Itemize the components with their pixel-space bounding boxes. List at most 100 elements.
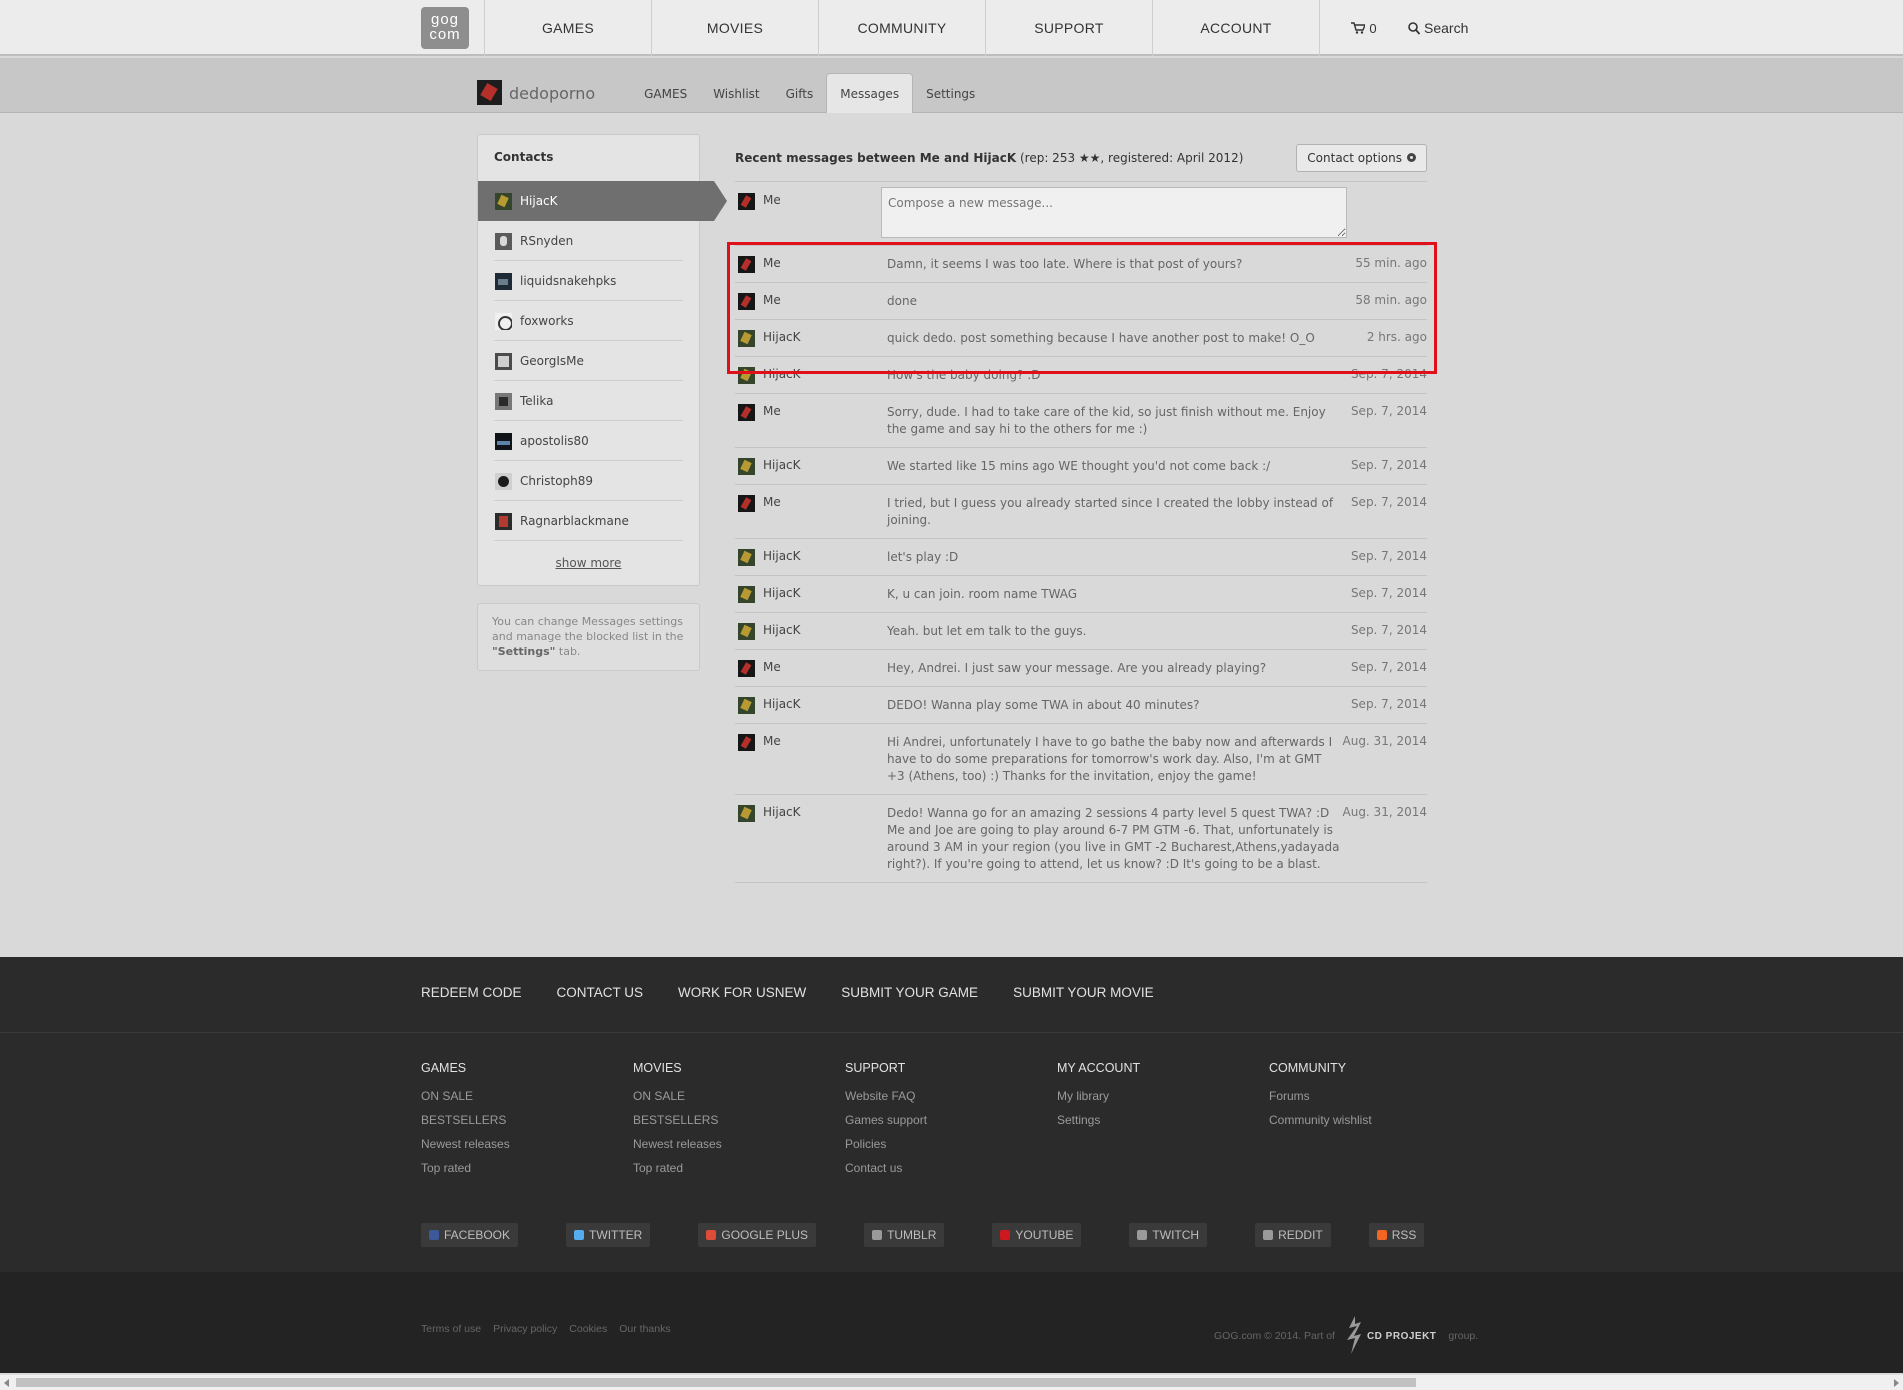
- message-author[interactable]: Me: [735, 404, 881, 438]
- account-subnav-inner: dedoporno GAMES Wishlist Gifts Messages …: [477, 58, 988, 113]
- footer-column-link[interactable]: Newest releases: [421, 1137, 633, 1161]
- social-button-google-plus[interactable]: GOOGLE PLUS: [698, 1223, 817, 1247]
- footer-column-link[interactable]: BESTSELLERS: [633, 1113, 845, 1137]
- footer-column-link[interactable]: Website FAQ: [845, 1089, 1057, 1113]
- thanks-link[interactable]: Our thanks: [619, 1323, 670, 1335]
- facebook-icon: [429, 1230, 439, 1240]
- scrollbar-thumb[interactable]: [16, 1378, 1416, 1387]
- me-avatar: [738, 734, 755, 751]
- message-author[interactable]: Me: [735, 660, 881, 677]
- footer-column-link[interactable]: Policies: [845, 1137, 1057, 1161]
- footer-column-title[interactable]: COMMUNITY: [1269, 1061, 1481, 1075]
- compose-message-input[interactable]: [881, 187, 1347, 238]
- contact-item-apostolis80[interactable]: apostolis80: [478, 421, 699, 461]
- contact-options-button[interactable]: Contact options: [1296, 143, 1427, 172]
- footer-column-link[interactable]: Top rated: [421, 1161, 633, 1185]
- tab-games[interactable]: GAMES: [631, 75, 700, 113]
- message-author[interactable]: HijacK: [735, 549, 881, 566]
- tab-messages[interactable]: Messages: [826, 73, 914, 113]
- footer-link-work-for-us[interactable]: WORK FOR USNEW: [678, 985, 806, 1000]
- message-author[interactable]: HijacK: [735, 367, 881, 384]
- terms-link[interactable]: Terms of use: [421, 1323, 481, 1335]
- footer-link-submit-movie[interactable]: SUBMIT YOUR MOVIE: [1013, 985, 1154, 1000]
- contact-item-foxworks[interactable]: foxworks: [478, 301, 699, 341]
- nav-account[interactable]: ACCOUNT: [1153, 0, 1320, 56]
- footer-column-title[interactable]: MY ACCOUNT: [1057, 1061, 1269, 1075]
- social-label: RSS: [1391, 1228, 1417, 1242]
- message-text: We started like 15 mins ago WE thought y…: [887, 459, 1271, 473]
- social-button-youtube[interactable]: YOUTUBE: [992, 1223, 1082, 1247]
- message-author-name: HijacK: [763, 458, 801, 472]
- footer-column: MOVIES ON SALE BESTSELLERS Newest releases T…: [633, 1061, 845, 1185]
- social-button-reddit[interactable]: REDDIT: [1255, 1223, 1331, 1247]
- scroll-left-icon[interactable]: [4, 1379, 9, 1387]
- tab-wishlist[interactable]: Wishlist: [700, 75, 772, 113]
- message-author-name: HijacK: [763, 549, 801, 563]
- message-author[interactable]: HijacK: [735, 805, 881, 873]
- settings-tab-link[interactable]: "Settings": [492, 645, 555, 658]
- message-author[interactable]: HijacK: [735, 330, 881, 347]
- nav-community[interactable]: COMMUNITY: [819, 0, 986, 56]
- user-avatar[interactable]: [477, 80, 502, 105]
- social-button-facebook[interactable]: FACEBOOK: [421, 1223, 519, 1247]
- cd-projekt-logo-text: CD PROJEKT: [1366, 1330, 1437, 1342]
- conversation-title: Recent messages between Me and HijacK (r…: [735, 151, 1243, 165]
- footer-column-link[interactable]: ON SALE: [633, 1089, 845, 1113]
- footer-column-title[interactable]: SUPPORT: [845, 1061, 1057, 1075]
- footer-link-submit-game[interactable]: SUBMIT YOUR GAME: [841, 985, 978, 1000]
- show-more-link[interactable]: show more: [478, 541, 699, 585]
- footer-column-title[interactable]: GAMES: [421, 1061, 633, 1075]
- tab-settings[interactable]: Settings: [913, 75, 988, 113]
- social-label: FACEBOOK: [444, 1228, 511, 1242]
- message-author[interactable]: Me: [735, 734, 881, 785]
- footer-column-link[interactable]: Community wishlist: [1269, 1113, 1481, 1137]
- social-button-twitter[interactable]: TWITTER: [566, 1223, 651, 1247]
- search-button[interactable]: Search: [1408, 0, 1482, 56]
- nav-games[interactable]: GAMES: [485, 0, 652, 56]
- nav-support[interactable]: SUPPORT: [986, 0, 1153, 56]
- contact-item-georgisme[interactable]: GeorgIsMe: [478, 341, 699, 381]
- message-time: 2 hrs. ago: [1366, 330, 1427, 344]
- nav-movies[interactable]: MOVIES: [652, 0, 819, 56]
- message-author[interactable]: Me: [735, 256, 881, 273]
- footer-link-redeem-code[interactable]: REDEEM CODE: [421, 985, 522, 1000]
- social-button-rss[interactable]: RSS: [1368, 1223, 1425, 1247]
- social-button-twitch[interactable]: TWITCH: [1129, 1223, 1208, 1247]
- footer-column-link[interactable]: Newest releases: [633, 1137, 845, 1161]
- footer-column-link[interactable]: Games support: [845, 1113, 1057, 1137]
- footer-column-link[interactable]: ON SALE: [421, 1089, 633, 1113]
- footer-column-title[interactable]: MOVIES: [633, 1061, 845, 1075]
- cookies-link[interactable]: Cookies: [569, 1323, 607, 1335]
- contact-item-liquidsnakehpks[interactable]: liquidsnakehpks: [478, 261, 699, 301]
- me-avatar: [738, 256, 755, 273]
- cd-projekt-logo[interactable]: CD PROJEKT: [1343, 1314, 1436, 1358]
- footer-column-link[interactable]: Top rated: [633, 1161, 845, 1185]
- contact-avatar: [495, 312, 512, 330]
- cart-button[interactable]: 0: [1320, 0, 1408, 56]
- privacy-link[interactable]: Privacy policy: [493, 1323, 557, 1335]
- message-author[interactable]: Me: [735, 495, 881, 529]
- message-author[interactable]: HijacK: [735, 623, 881, 640]
- footer-column-link[interactable]: Contact us: [845, 1161, 1057, 1185]
- horizontal-scrollbar[interactable]: [0, 1374, 1903, 1390]
- copyright-text: GOG.com © 2014. Part of: [1214, 1330, 1335, 1342]
- contact-item-christoph89[interactable]: Christoph89: [478, 461, 699, 501]
- contact-item-hijack[interactable]: HijacK: [478, 181, 727, 221]
- gog-logo[interactable]: gog com: [421, 7, 469, 49]
- contact-item-ragnarblackmane[interactable]: Ragnarblackmane: [478, 501, 699, 541]
- message-author[interactable]: Me: [735, 293, 881, 310]
- footer-column-link[interactable]: Settings: [1057, 1113, 1269, 1137]
- message-author[interactable]: HijacK: [735, 458, 881, 475]
- contact-item-telika[interactable]: Telika: [478, 381, 699, 421]
- contact-item-rsnyden[interactable]: RSnyden: [478, 221, 699, 261]
- footer-link-contact-us[interactable]: CONTACT US: [557, 985, 644, 1000]
- footer-column-link[interactable]: BESTSELLERS: [421, 1113, 633, 1137]
- scroll-right-icon[interactable]: [1894, 1379, 1899, 1387]
- social-button-tumblr[interactable]: TUMBLR: [864, 1223, 945, 1247]
- tab-gifts[interactable]: Gifts: [773, 75, 827, 113]
- username[interactable]: dedoporno: [509, 84, 595, 103]
- footer-column-link[interactable]: My library: [1057, 1089, 1269, 1113]
- message-author[interactable]: HijacK: [735, 586, 881, 603]
- footer-column-link[interactable]: Forums: [1269, 1089, 1481, 1113]
- message-author[interactable]: HijacK: [735, 697, 881, 714]
